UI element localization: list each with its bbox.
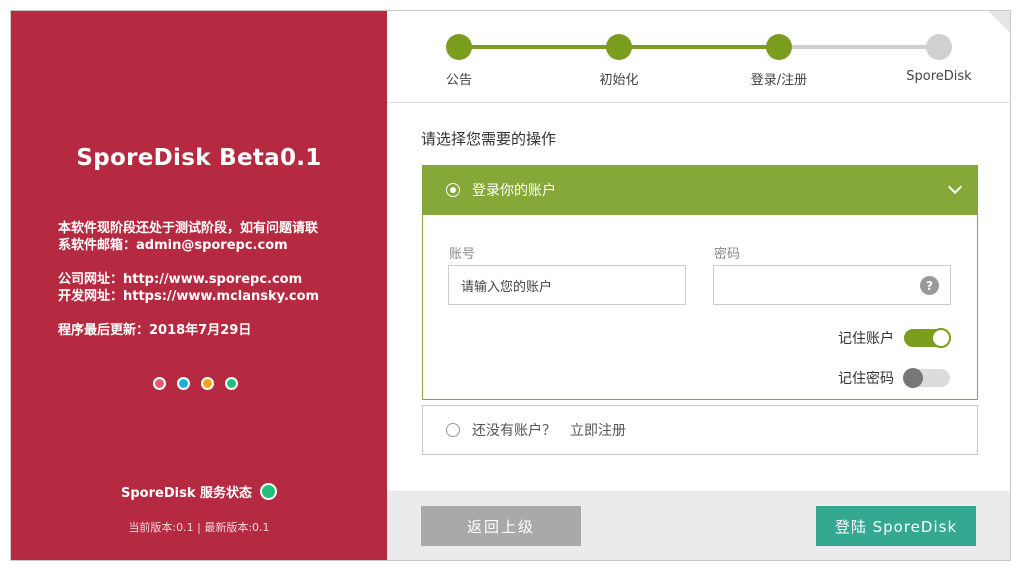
remember-password-row: 记住密码	[838, 368, 950, 388]
service-status-label: SporeDisk 服务状态	[121, 486, 252, 501]
main-panel: 公告 初始化 登录/注册 SporeDisk 请选择您需要的操作 登录你的账户 …	[387, 11, 1010, 560]
service-status: SporeDisk 服务状态	[11, 482, 387, 501]
progress-stepper: 公告 初始化 登录/注册 SporeDisk	[387, 11, 1010, 103]
register-question: 还没有账户？	[472, 423, 556, 439]
step-node-3	[766, 34, 792, 60]
step-node-4	[926, 34, 952, 60]
action-prompt: 请选择您需要的操作	[421, 130, 557, 148]
step-label-2: 初始化	[599, 73, 639, 88]
dev-site-text: 开发网址：https://www.mclansky.com	[58, 289, 320, 304]
status-indicator-icon	[259, 483, 277, 500]
website-text: 公司网址：http://www.sporepc.com	[58, 272, 303, 287]
step-label-1: 公告	[445, 73, 473, 88]
app-title: SporeDisk Beta0.1	[76, 145, 322, 171]
step-node-1	[446, 34, 472, 60]
login-option-header[interactable]: 登录你的账户	[422, 165, 978, 215]
stepper-track-pending	[779, 45, 939, 49]
back-button[interactable]: 返回上级	[421, 506, 581, 546]
info-panel: SporeDisk Beta0.1 本软件现阶段还处于测试阶段，如有问题请联 系…	[11, 11, 387, 560]
password-label: 密码	[714, 247, 741, 262]
remember-account-row: 记住账户	[838, 328, 951, 348]
toggle-knob	[931, 328, 951, 348]
register-link[interactable]: 立即注册	[570, 420, 626, 440]
updated-text: 程序最后更新：2018年7月29日	[58, 323, 252, 338]
toggle-knob	[903, 368, 923, 388]
dot-1[interactable]	[153, 377, 166, 390]
chevron-down-icon[interactable]	[947, 179, 963, 195]
dot-2[interactable]	[177, 377, 190, 390]
version-info: 当前版本:0.1 | 最新版本:0.1	[128, 521, 270, 534]
dot-3[interactable]	[201, 377, 214, 390]
remember-password-toggle[interactable]	[903, 368, 950, 388]
step-label-4: SporeDisk	[906, 69, 972, 84]
step-node-2	[606, 34, 632, 60]
password-input[interactable]: ?	[713, 265, 951, 305]
step-label-3: 登录/注册	[750, 73, 808, 88]
login-radio[interactable]	[446, 183, 460, 197]
app-window: SporeDisk Beta0.1 本软件现阶段还处于测试阶段，如有问题请联 系…	[10, 10, 1011, 561]
action-footer: 返回上级 登陆 SporeDisk	[387, 491, 1010, 560]
account-input[interactable]: 请输入您的账户	[448, 265, 686, 305]
dot-4[interactable]	[225, 377, 238, 390]
login-button[interactable]: 登陆 SporeDisk	[816, 506, 976, 546]
account-label: 账号	[449, 247, 476, 262]
remember-account-toggle[interactable]	[904, 328, 951, 348]
remember-account-label: 记住账户	[838, 331, 894, 347]
register-option[interactable]: 还没有账户？ 立即注册	[422, 405, 978, 455]
login-form: 账号 请输入您的账户 密码 ? 记住账户 记住密码	[422, 215, 978, 400]
notice-line-1: 本软件现阶段还处于测试阶段，如有问题请联	[58, 221, 319, 236]
help-icon[interactable]: ?	[920, 276, 939, 295]
notice-line-2: 系软件邮箱：admin@sporepc.com	[58, 238, 288, 253]
remember-password-label: 记住密码	[838, 371, 894, 387]
radio-selected-icon	[450, 187, 456, 193]
register-radio[interactable]	[446, 423, 460, 437]
login-option-title: 登录你的账户	[472, 183, 556, 199]
carousel-dots	[153, 377, 238, 390]
